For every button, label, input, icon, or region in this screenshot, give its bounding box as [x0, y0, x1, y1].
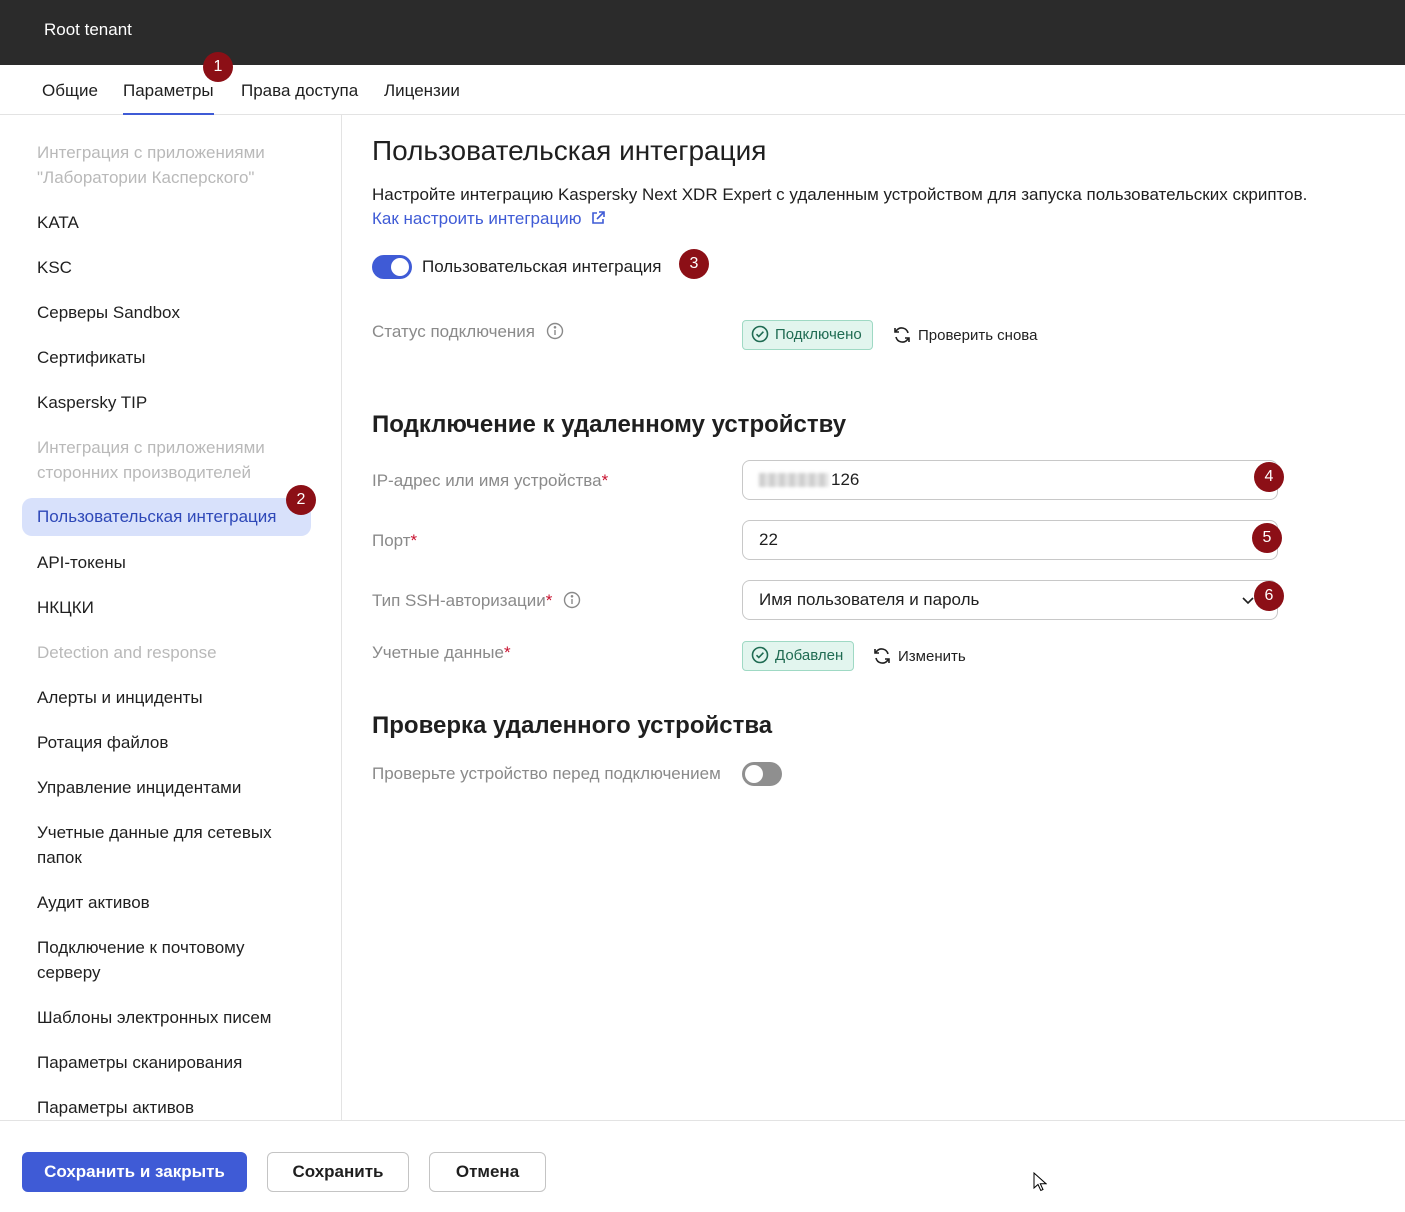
- remote-connection-heading: Подключение к удаленному устройству: [372, 411, 847, 438]
- help-link[interactable]: Как настроить интеграцию: [372, 209, 606, 229]
- credentials-label-text: Учетные данные: [372, 643, 504, 662]
- sidebar-item-file-rotation[interactable]: Ротация файлов: [22, 730, 311, 755]
- callout-badge-5: 5: [1252, 523, 1282, 553]
- port-label-text: Порт: [372, 531, 411, 550]
- ssh-auth-value: Имя пользователя и пароль: [759, 590, 980, 609]
- refresh-icon: [894, 327, 910, 343]
- edit-credentials-button[interactable]: Изменить: [872, 646, 966, 666]
- port-input[interactable]: 22: [742, 520, 1278, 560]
- sidebar-item-incident-management[interactable]: Управление инцидентами: [22, 775, 311, 800]
- edit-credentials-label: Изменить: [898, 648, 966, 665]
- required-mark: *: [503, 643, 511, 662]
- redacted-ip-prefix: [759, 473, 829, 487]
- check-circle-icon: [751, 325, 769, 343]
- toggle-knob: [391, 258, 409, 276]
- footer-bar: Сохранить и закрыть Сохранить Отмена: [0, 1120, 1405, 1212]
- save-button[interactable]: Сохранить: [267, 1152, 409, 1192]
- callout-badge-2: 2: [286, 485, 316, 515]
- external-link-icon: [592, 211, 605, 224]
- sidebar-item-scan-parameters[interactable]: Параметры сканирования: [22, 1050, 311, 1075]
- tab-general[interactable]: Общие: [42, 81, 98, 113]
- required-mark: *: [545, 591, 553, 610]
- callout-badge-3: 3: [679, 249, 709, 279]
- tenant-name: Root tenant: [44, 20, 132, 39]
- required-mark: *: [410, 531, 418, 550]
- page-title: Пользовательская интеграция: [372, 135, 767, 166]
- check-circle-icon: [751, 646, 769, 664]
- custom-integration-toggle[interactable]: [372, 255, 412, 279]
- port-value: 22: [759, 530, 778, 549]
- ssh-auth-select[interactable]: Имя пользователя и пароль: [742, 580, 1278, 620]
- sidebar-item-certificates[interactable]: Сертификаты: [22, 345, 311, 370]
- sidebar-group-third-party: Интеграция с приложениями сторонних прои…: [37, 438, 265, 482]
- ip-address-input[interactable]: 126: [742, 460, 1278, 500]
- sidebar-item-api-tokens[interactable]: API-токены: [22, 550, 311, 575]
- credentials-label: Учетные данные*: [372, 643, 511, 663]
- tab-parameters[interactable]: Параметры: [123, 81, 214, 115]
- recheck-button[interactable]: Проверить снова: [892, 325, 1037, 345]
- required-mark: *: [601, 471, 609, 490]
- connection-status-label: Статус подключения: [372, 322, 564, 342]
- connection-status-badge: Подключено: [742, 320, 873, 350]
- sidebar-item-alerts[interactable]: Алерты и инциденты: [22, 685, 311, 710]
- connection-status-value: Подключено: [775, 326, 862, 343]
- sidebar-item-nkcki[interactable]: НКЦКИ: [22, 595, 311, 620]
- info-icon[interactable]: [546, 322, 564, 340]
- ssh-auth-label-text: Тип SSH-авторизации: [372, 591, 546, 610]
- device-check-label: Проверьте устройство перед подключением: [372, 764, 721, 783]
- sidebar-item-kata[interactable]: KATA: [22, 210, 311, 235]
- info-icon[interactable]: [563, 591, 581, 609]
- sidebar-item-sandbox[interactable]: Серверы Sandbox: [22, 300, 311, 325]
- refresh-icon: [874, 648, 890, 664]
- save-and-close-button[interactable]: Сохранить и закрыть: [22, 1152, 247, 1192]
- sidebar-group-detection: Detection and response: [37, 643, 217, 662]
- connection-status-label-text: Статус подключения: [372, 322, 535, 341]
- device-check-toggle[interactable]: [742, 762, 782, 786]
- sidebar-item-asset-parameters[interactable]: Параметры активов: [22, 1095, 311, 1120]
- sidebar-item-ksc[interactable]: KSC: [22, 255, 311, 280]
- device-check-heading: Проверка удаленного устройства: [372, 712, 773, 739]
- sidebar-item-asset-audit[interactable]: Аудит активов: [22, 890, 311, 915]
- mouse-cursor-icon: [1033, 1172, 1047, 1192]
- ip-label: IP-адрес или имя устройства*: [372, 471, 608, 491]
- tab-access-rights[interactable]: Права доступа: [241, 81, 358, 113]
- toggle-knob: [745, 765, 763, 783]
- sidebar-group-kaspersky: Интеграция с приложениями "Лаборатории К…: [37, 143, 265, 187]
- ssh-auth-label: Тип SSH-авторизации*: [372, 591, 581, 611]
- callout-badge-1: 1: [203, 52, 233, 82]
- credentials-status-badge: Добавлен: [742, 641, 855, 671]
- sidebar-item-tip[interactable]: Kaspersky TIP: [22, 390, 311, 415]
- credentials-status-value: Добавлен: [775, 647, 844, 664]
- ip-label-text: IP-адрес или имя устройства: [372, 471, 602, 490]
- page-description: Настройте интеграцию Kaspersky Next XDR …: [372, 185, 1308, 204]
- ip-value-suffix: 126: [831, 470, 860, 489]
- sidebar-item-email-templates[interactable]: Шаблоны электронных писем: [22, 1005, 311, 1030]
- callout-badge-6: 6: [1254, 581, 1284, 611]
- sidebar-item-network-credentials[interactable]: Учетные данные для сетевых папок: [22, 820, 311, 870]
- cancel-button[interactable]: Отмена: [429, 1152, 546, 1192]
- callout-badge-4: 4: [1254, 462, 1284, 492]
- sidebar: Интеграция с приложениями "Лаборатории К…: [0, 115, 342, 1120]
- sidebar-item-mail-server[interactable]: Подключение к почтовому серверу: [22, 935, 311, 985]
- port-label: Порт*: [372, 531, 417, 551]
- custom-integration-toggle-label: Пользовательская интеграция: [422, 257, 662, 276]
- help-link-label: Как настроить интеграцию: [372, 209, 582, 228]
- recheck-label: Проверить снова: [918, 327, 1038, 344]
- sidebar-item-custom-integration[interactable]: Пользовательская интеграция: [22, 498, 311, 536]
- tab-licenses[interactable]: Лицензии: [384, 81, 460, 113]
